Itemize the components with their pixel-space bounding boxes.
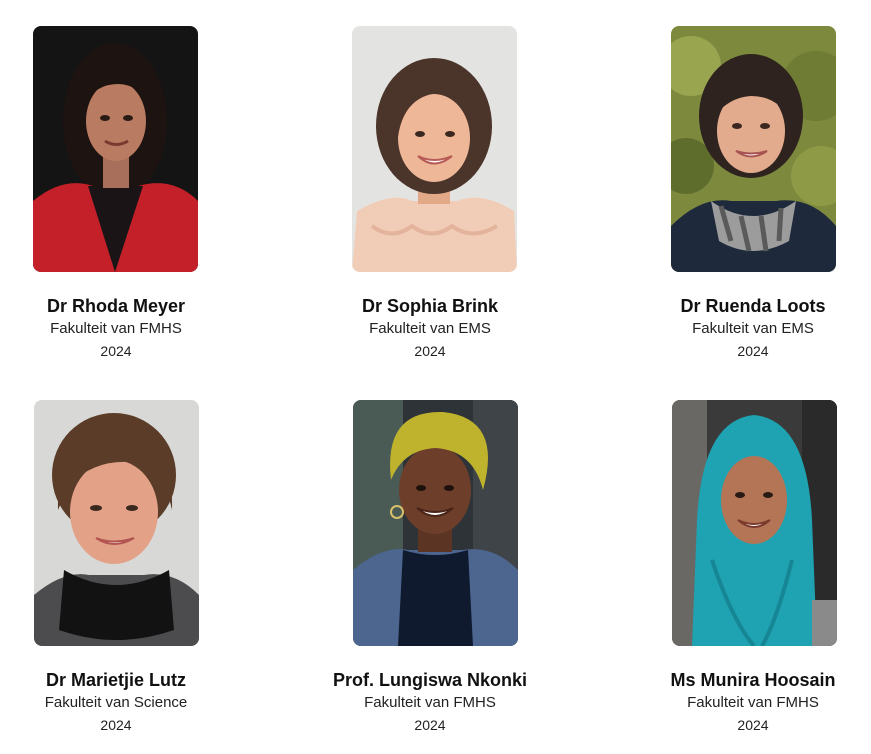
person-year: 2024 [100, 717, 132, 733]
person-year: 2024 [414, 343, 446, 359]
person-name[interactable]: Prof. Lungiswa Nkonki [320, 669, 540, 691]
profile-card-ruenda-loots[interactable]: Dr Ruenda Loots Fakulteit van EMS 2024 [643, 26, 863, 361]
profile-photo[interactable] [353, 400, 518, 646]
profile-card-rhoda-meyer[interactable]: Dr Rhoda Meyer Fakulteit van FMHS 2024 [6, 26, 226, 361]
profile-photo[interactable] [33, 26, 198, 272]
person-name[interactable]: Dr Marietjie Lutz [6, 669, 226, 691]
person-faculty: Fakulteit van FMHS [50, 320, 182, 337]
person-year: 2024 [737, 343, 769, 359]
profile-photo[interactable] [671, 26, 836, 272]
person-faculty: Fakulteit van FMHS [364, 694, 496, 711]
person-name[interactable]: Dr Sophia Brink [320, 295, 540, 317]
portrait-image [352, 26, 517, 272]
person-faculty: Fakulteit van EMS [369, 320, 491, 337]
person-faculty: Fakulteit van Science [44, 694, 188, 711]
portrait-image [353, 400, 518, 646]
person-name[interactable]: Ms Munira Hoosain [643, 669, 863, 691]
person-name[interactable]: Dr Ruenda Loots [643, 295, 863, 317]
profile-photo[interactable] [672, 400, 837, 646]
profile-photo[interactable] [352, 26, 517, 272]
person-year: 2024 [100, 343, 132, 359]
portrait-image [33, 26, 198, 272]
profile-photo[interactable] [34, 400, 199, 646]
portrait-image [34, 400, 199, 646]
person-faculty: Fakulteit van FMHS [687, 694, 819, 711]
person-name[interactable]: Dr Rhoda Meyer [6, 295, 226, 317]
portrait-image [671, 26, 836, 272]
person-faculty: Fakulteit van EMS [692, 320, 814, 337]
person-year: 2024 [414, 717, 446, 733]
profile-card-lungiswa-nkonki[interactable]: Prof. Lungiswa Nkonki Fakulteit van FMHS… [320, 400, 540, 735]
profile-card-sophia-brink[interactable]: Dr Sophia Brink Fakulteit van EMS 2024 [320, 26, 540, 361]
profile-card-marietjie-lutz[interactable]: Dr Marietjie Lutz Fakulteit van Science … [6, 400, 226, 735]
portrait-image [672, 400, 837, 646]
profile-grid: Dr Rhoda Meyer Fakulteit van FMHS 2024 D… [0, 0, 871, 754]
person-year: 2024 [737, 717, 769, 733]
profile-card-munira-hoosain[interactable]: Ms Munira Hoosain Fakulteit van FMHS 202… [643, 400, 863, 735]
